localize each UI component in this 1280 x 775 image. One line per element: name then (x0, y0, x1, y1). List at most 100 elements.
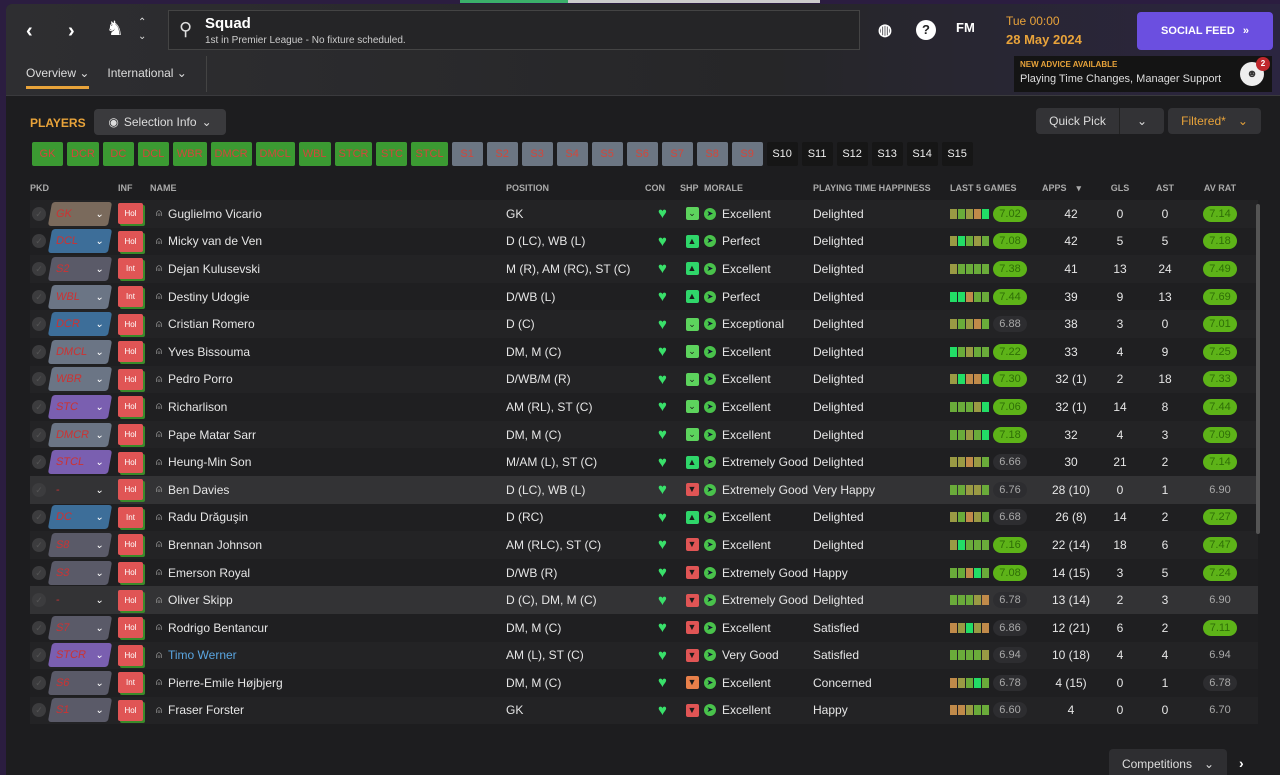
picked-checkbox[interactable]: ✓ (32, 510, 46, 525)
back-button[interactable]: ‹ (26, 20, 33, 43)
picked-checkbox[interactable]: ✓ (32, 565, 46, 580)
player-name[interactable]: Richarlison (168, 400, 227, 414)
picked-checkbox[interactable]: ✓ (32, 675, 46, 690)
position-chip[interactable]: DMCL (255, 142, 295, 166)
selection-dropdown[interactable]: S2 ⌄ (47, 256, 113, 281)
col-apps[interactable]: APPS ▾ (1042, 180, 1100, 196)
col-ast[interactable]: AST (1140, 180, 1190, 196)
picked-checkbox[interactable]: ✓ (32, 427, 46, 442)
info-badge[interactable]: Int (118, 672, 143, 694)
player-name[interactable]: Radu Drăguşin (168, 510, 248, 524)
player-name[interactable]: Pape Matar Sarr (168, 428, 256, 442)
player-name[interactable]: Timo Werner (168, 648, 237, 662)
table-row[interactable]: ✓ S1 ⌄ Hol ⍝ Fraser Forster GK ♥ ▼ ➤ Excell… (30, 696, 1258, 725)
position-chip[interactable]: DCL (137, 142, 169, 166)
player-name[interactable]: Heung-Min Son (168, 455, 251, 469)
info-badge[interactable]: Hol (118, 644, 143, 666)
position-chip[interactable]: STC (376, 142, 408, 166)
fm-menu-button[interactable]: FM (956, 20, 975, 35)
selection-dropdown[interactable]: STCL ⌄ (47, 450, 113, 475)
player-name[interactable]: Rodrigo Bentancur (168, 621, 268, 635)
selection-dropdown[interactable]: DMCR ⌄ (47, 422, 113, 447)
selection-dropdown[interactable]: S7 ⌄ (47, 615, 113, 640)
info-badge[interactable]: Hol (118, 396, 143, 418)
player-name[interactable]: Micky van de Ven (168, 234, 262, 248)
info-badge[interactable]: Hol (118, 589, 143, 611)
picked-checkbox[interactable]: ✓ (32, 261, 46, 276)
picked-checkbox[interactable]: ✓ (32, 372, 46, 387)
info-badge[interactable]: Hol (118, 699, 143, 721)
player-name[interactable]: Fraser Forster (168, 703, 244, 717)
player-name[interactable]: Cristian Romero (168, 317, 255, 331)
advice-panel[interactable]: NEW ADVICE AVAILABLE Playing Time Change… (1014, 56, 1272, 92)
selection-dropdown[interactable]: DCL ⌄ (47, 229, 113, 254)
selection-dropdown[interactable]: DMCL ⌄ (47, 339, 113, 364)
table-scrollbar[interactable] (1256, 204, 1260, 534)
info-badge[interactable]: Hol (118, 562, 143, 584)
selection-dropdown[interactable]: S6 ⌄ (47, 670, 113, 695)
table-row[interactable]: ✓ DMCR ⌄ Hol ⍝ Pape Matar Sarr DM, M (C) ♥… (30, 420, 1258, 449)
position-chip[interactable]: S7 (661, 142, 693, 166)
position-chip[interactable]: S5 (591, 142, 623, 166)
table-row[interactable]: ✓ WBL ⌄ Int ⍝ Destiny Udogie D/WB (L) ♥ ▲ … (30, 282, 1258, 311)
selection-dropdown[interactable]: S8 ⌄ (47, 532, 113, 557)
position-chip[interactable]: S1 (451, 142, 483, 166)
picked-checkbox[interactable]: ✓ (32, 482, 46, 497)
info-badge[interactable]: Hol (118, 203, 143, 225)
tab-overview[interactable]: Overview ⌄ (26, 66, 90, 89)
info-badge[interactable]: Hol (118, 341, 143, 363)
social-feed-button[interactable]: SOCIAL FEED» (1137, 12, 1273, 50)
picked-checkbox[interactable]: ✓ (32, 537, 46, 552)
col-inf[interactable]: INF (118, 180, 150, 196)
position-chip[interactable]: S12 (836, 142, 868, 166)
player-name[interactable]: Dejan Kulusevski (168, 262, 260, 276)
col-name[interactable]: NAME (150, 180, 506, 196)
player-name[interactable]: Destiny Udogie (168, 290, 249, 304)
picked-checkbox[interactable]: ✓ (32, 703, 46, 718)
table-row[interactable]: ✓ WBR ⌄ Hol ⍝ Pedro Porro D/WB/M (R) ♥ ⌄ ➤… (30, 365, 1258, 394)
selection-dropdown[interactable]: S3 ⌄ (47, 560, 113, 585)
tab-international[interactable]: International ⌄ (107, 66, 186, 89)
selection-dropdown[interactable]: - ⌄ (48, 478, 112, 502)
position-chip[interactable]: S11 (801, 142, 833, 166)
table-row[interactable]: ✓ GK ⌄ Hol ⍝ Guglielmo Vicario GK ♥ ⌄ ➤ Exc… (30, 200, 1258, 228)
position-chip[interactable]: S4 (556, 142, 588, 166)
col-pkd[interactable]: PKD (30, 180, 118, 196)
player-name[interactable]: Pierre-Emile Højbjerg (168, 676, 283, 690)
col-shp[interactable]: SHP (680, 180, 704, 196)
picked-checkbox[interactable]: ✓ (32, 317, 46, 332)
selection-dropdown[interactable]: DCR ⌄ (47, 312, 113, 337)
picked-checkbox[interactable]: ✓ (32, 234, 46, 249)
table-row[interactable]: ✓ DC ⌄ Int ⍝ Radu Drăguşin D (RC) ♥ ▲ ➤ Exc… (30, 503, 1258, 532)
selection-dropdown[interactable]: - ⌄ (48, 588, 112, 612)
quick-pick-button[interactable]: Quick Pick ⌄ (1036, 108, 1164, 134)
info-badge[interactable]: Hol (118, 313, 143, 335)
col-last5[interactable]: LAST 5 GAMES (950, 180, 1042, 196)
position-chip[interactable]: WBL (298, 142, 331, 166)
position-chip[interactable]: STCL (411, 142, 448, 166)
globe-icon[interactable]: ◍ (878, 20, 892, 40)
selection-dropdown[interactable]: WBL ⌄ (47, 284, 113, 309)
picked-checkbox[interactable]: ✓ (32, 289, 46, 304)
position-chip[interactable]: WBR (172, 142, 207, 166)
col-con[interactable]: CON (645, 180, 680, 196)
selection-info-dropdown[interactable]: ◉ Selection Info ⌄ (94, 109, 226, 135)
position-chip[interactable]: S8 (696, 142, 728, 166)
picked-checkbox[interactable]: ✓ (32, 399, 46, 414)
filter-dropdown[interactable]: Filtered* ⌄ (1168, 108, 1261, 134)
position-chip[interactable]: STCR (334, 142, 373, 166)
info-badge[interactable]: Int (118, 286, 143, 308)
picked-checkbox[interactable]: ✓ (32, 593, 46, 608)
info-badge[interactable]: Hol (118, 230, 143, 252)
picked-checkbox[interactable]: ✓ (32, 344, 46, 359)
position-chip[interactable]: S13 (871, 142, 903, 166)
table-row[interactable]: ✓ S3 ⌄ Hol ⍝ Emerson Royal D/WB (R) ♥ ▼ ➤ E… (30, 558, 1258, 587)
info-badge[interactable]: Int (118, 506, 143, 528)
forward-button[interactable]: › (68, 20, 75, 43)
picked-checkbox[interactable]: ✓ (32, 648, 46, 663)
selection-dropdown[interactable]: GK ⌄ (47, 201, 113, 226)
table-row[interactable]: ✓ STC ⌄ Hol ⍝ Richarlison AM (RL), ST (C) … (30, 393, 1258, 421)
picked-checkbox[interactable]: ✓ (32, 206, 46, 221)
game-date[interactable]: Tue 00:00 28 May 2024 (1006, 14, 1082, 47)
info-badge[interactable]: Int (118, 258, 143, 280)
